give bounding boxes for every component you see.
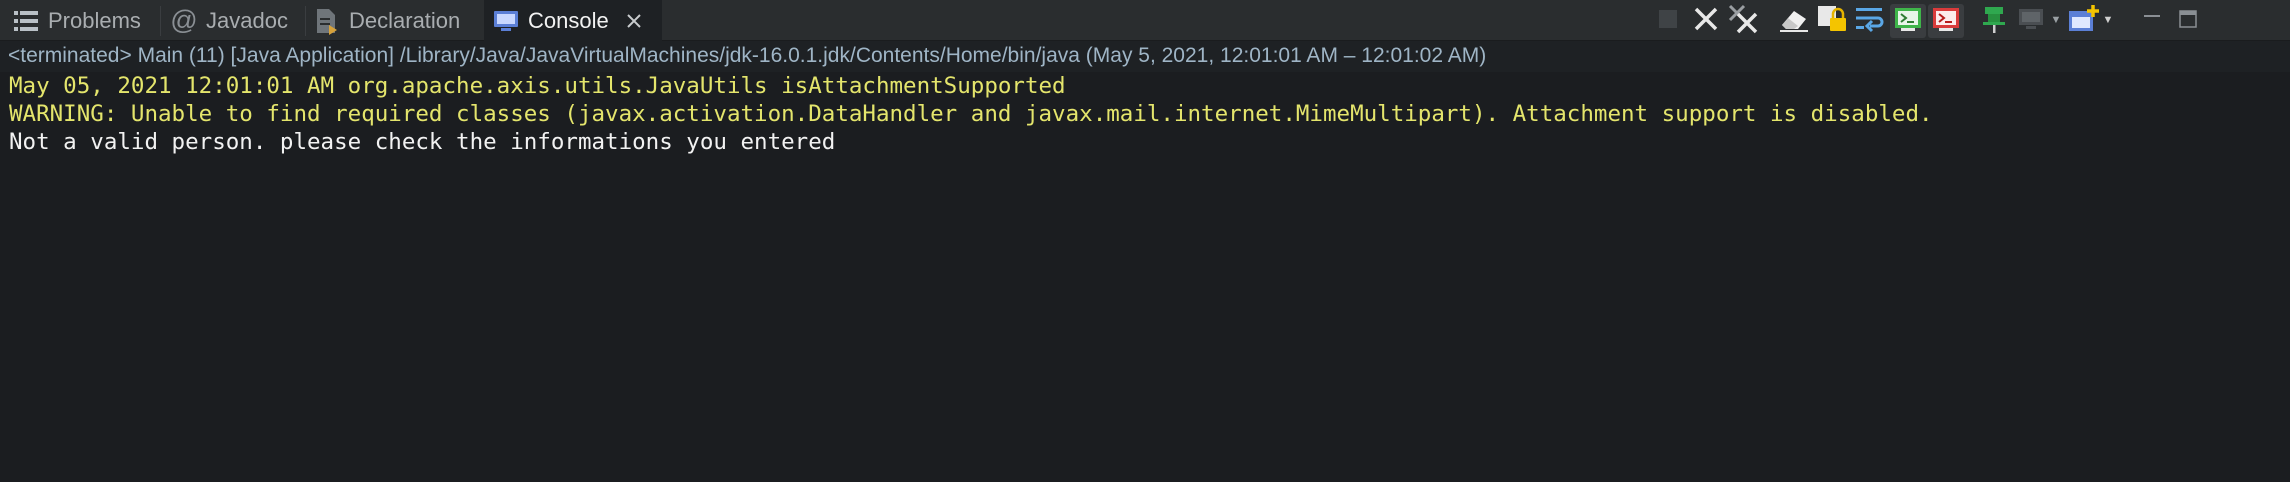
tab-javadoc[interactable]: @ Javadoc: [170, 0, 288, 41]
remove-all-terminated-button[interactable]: [1726, 4, 1762, 38]
tab-label: Problems: [48, 7, 141, 33]
remove-all-terminated-icon: [1728, 4, 1760, 39]
remove-launch-icon: [1693, 6, 1719, 37]
console-output[interactable]: May 05, 2021 12:01:01 AM org.apache.axis…: [0, 72, 2290, 482]
terminate-button[interactable]: [1650, 4, 1686, 38]
console-line-stdout: Not a valid person. please check the inf…: [9, 129, 836, 155]
clear-console-button[interactable]: [1776, 4, 1812, 38]
view-tab-bar: Problems @ Javadoc Declaration Console ▼…: [0, 0, 2290, 41]
console-line-stderr: May 05, 2021 12:01:01 AM org.apache.axis…: [9, 73, 1066, 99]
open-console-button[interactable]: [2066, 4, 2102, 38]
tab-label: Console: [528, 7, 609, 33]
tab-divider: [305, 6, 306, 36]
open-console-icon: [2067, 3, 2101, 40]
show-on-stdout-icon: [1893, 5, 1923, 38]
scroll-lock-icon: [1816, 4, 1848, 39]
show-on-stdout-button[interactable]: [1890, 4, 1926, 38]
tab-label: Javadoc: [206, 7, 288, 33]
remove-launch-button[interactable]: [1688, 4, 1724, 38]
word-wrap-button[interactable]: [1852, 4, 1888, 38]
console-toolbar: ▼ ▼: [1650, 0, 2290, 41]
scroll-lock-button[interactable]: [1814, 4, 1850, 38]
console-line-stderr: WARNING: Unable to find required classes…: [9, 101, 1933, 127]
terminate-icon: [1657, 8, 1679, 35]
maximize-icon: [2177, 8, 2199, 35]
word-wrap-icon: [1854, 5, 1886, 38]
chevron-down-icon[interactable]: ▼: [2102, 13, 2114, 27]
minimize-button[interactable]: [2134, 4, 2170, 38]
problems-icon: [12, 7, 40, 35]
show-on-stderr-button[interactable]: [1928, 4, 1964, 38]
display-selected-console-icon: [2017, 5, 2047, 38]
pin-console-button[interactable]: [1976, 4, 2012, 38]
tab-label: Declaration: [349, 7, 461, 33]
tab-console[interactable]: Console: [484, 0, 662, 41]
pin-console-icon: [1979, 4, 2009, 39]
tab-declaration[interactable]: Declaration: [313, 0, 460, 41]
clear-console-icon: [1778, 5, 1810, 38]
console-icon: [492, 7, 520, 35]
tab-divider: [160, 6, 161, 36]
show-on-stderr-icon: [1931, 5, 1961, 38]
console-process-label: <terminated> Main (11) [Java Application…: [8, 44, 1487, 67]
maximize-button[interactable]: [2170, 4, 2206, 38]
display-selected-console-button[interactable]: [2014, 4, 2050, 38]
close-icon[interactable]: [623, 10, 645, 32]
minimize-icon: [2141, 8, 2163, 35]
tab-problems[interactable]: Problems: [12, 0, 141, 41]
declaration-icon: [313, 7, 341, 35]
javadoc-icon: @: [170, 5, 198, 35]
chevron-down-icon[interactable]: ▼: [2050, 13, 2062, 27]
